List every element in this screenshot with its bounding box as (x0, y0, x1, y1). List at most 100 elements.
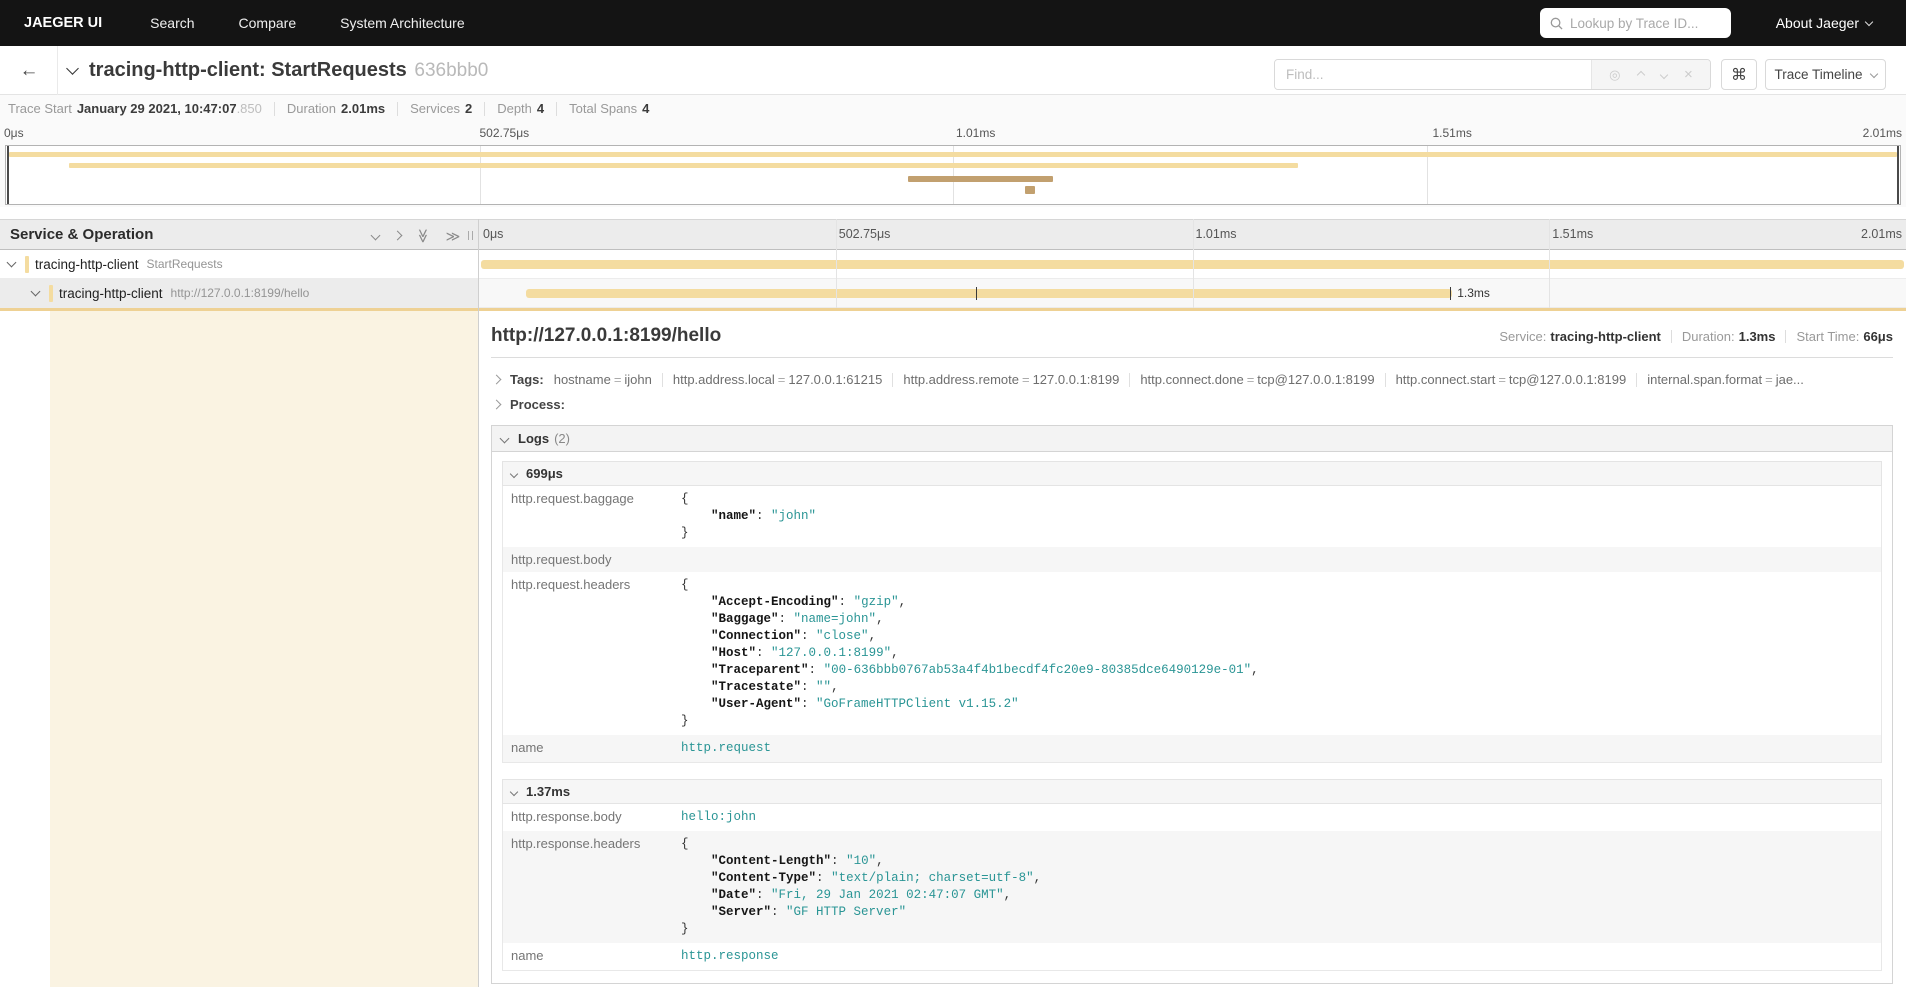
json-string: "" (816, 680, 831, 694)
tag-value: 127.0.0.1:8199 (1033, 372, 1120, 387)
json-line: } (681, 713, 1873, 730)
divider (484, 102, 485, 116)
json-line: "Baggage": "name=john", (681, 611, 1873, 628)
json-punct (681, 697, 711, 711)
json-key: "Content-Type" (711, 871, 816, 885)
name-column-divider[interactable] (478, 219, 479, 987)
tag-item[interactable]: hostname=ijohn (554, 372, 652, 387)
detail-meta-label: Duration: (1682, 329, 1735, 344)
tag-item[interactable]: http.connect.done=tcp@127.0.0.1:8199 (1140, 372, 1374, 387)
minimap-span-bar (69, 163, 1298, 168)
minimap-span-bar (1025, 186, 1035, 194)
collapse-trace-chevron-icon[interactable] (66, 62, 79, 75)
span-row[interactable]: tracing-http-clienthttp://127.0.0.1:8199… (0, 279, 1906, 308)
json-punct: : (809, 663, 824, 677)
log-entry-header[interactable]: 699μs (502, 461, 1882, 486)
json-punct: : (779, 612, 794, 626)
timeline-minimap[interactable] (5, 145, 1901, 205)
field-value (673, 547, 1881, 572)
tag-item[interactable]: http.address.remote=127.0.0.1:8199 (903, 372, 1119, 387)
expand-one-icon[interactable] (393, 231, 403, 241)
service-name: tracing-http-client (35, 257, 139, 272)
json-punct: : (839, 595, 854, 609)
trace-lookup-box[interactable] (1540, 8, 1731, 38)
json-punct (681, 612, 711, 626)
chevron-down-icon[interactable] (31, 287, 41, 297)
json-line: "Content-Type": "text/plain; charset=utf… (681, 870, 1873, 887)
summary-label: Services (410, 101, 460, 116)
span-detail-meta: Service:tracing-http-clientDuration:1.3m… (1499, 329, 1893, 344)
json-punct: : (771, 905, 786, 919)
service-name: tracing-http-client (59, 286, 163, 301)
logs-body: 699μshttp.request.baggage{ "name": "john… (492, 452, 1892, 983)
tag-equals: = (1495, 372, 1509, 387)
detail-meta-value: 66μs (1863, 329, 1893, 344)
minimap-right-scrubber[interactable] (1897, 146, 1899, 204)
find-input[interactable] (1275, 60, 1591, 89)
summary-label: Duration (287, 101, 336, 116)
timeline-tick-label: 502.75μs (839, 227, 891, 241)
collapse-one-icon[interactable] (371, 231, 381, 241)
timeline-tick-label: 1.51ms (1552, 227, 1593, 241)
divider (1636, 373, 1637, 387)
field-value: { "Accept-Encoding": "gzip", "Baggage": … (673, 572, 1881, 735)
jaeger-trace-page: JAEGER UI Search Compare System Architectu… (0, 0, 1906, 987)
span-detail-row: http://127.0.0.1:8199/hello Service:trac… (0, 311, 1906, 987)
trace-lookup-input[interactable] (1570, 16, 1721, 31)
field-key: http.response.body (503, 804, 673, 831)
view-selector-button[interactable]: Trace Timeline (1765, 59, 1886, 90)
minimap-tick-label: 0μs (4, 126, 24, 140)
json-punct (681, 854, 711, 868)
collapse-all-icon[interactable]: ≫ (416, 228, 430, 243)
field-value-text: http.request (681, 741, 771, 755)
span-row[interactable]: tracing-http-clientStartRequests (0, 250, 1906, 279)
json-punct (681, 646, 711, 660)
tag-item[interactable]: internal.span.format=jae... (1647, 372, 1804, 387)
divider (397, 102, 398, 116)
tag-list: hostname=ijohn http.address.local=127.0.0… (554, 372, 1804, 387)
nav-item-system-architecture[interactable]: System Architecture (340, 15, 465, 31)
detail-meta-value: tracing-http-client (1550, 329, 1661, 344)
trace-id-short: 636bbb0 (414, 60, 488, 81)
json-string: "john" (771, 509, 816, 523)
json-punct: , (876, 612, 884, 626)
log-timestamp: 1.37ms (526, 784, 570, 799)
span-bar[interactable] (526, 289, 1452, 298)
json-line: "User-Agent": "GoFrameHTTPClient v1.15.2… (681, 696, 1873, 713)
expand-all-icon[interactable]: ≫ (446, 229, 461, 243)
span-row-name-cell[interactable]: tracing-http-clientStartRequests (0, 250, 478, 279)
app-brand[interactable]: JAEGER UI (24, 15, 102, 31)
field-value-text: hello:john (681, 810, 756, 824)
log-entry: 1.37mshttp.response.bodyhello:johnhttp.r… (502, 779, 1882, 971)
prev-match-icon[interactable] (1636, 70, 1644, 78)
tags-accordian[interactable]: Tags: hostname=ijohnhttp.address.local=1… (491, 367, 1893, 392)
span-row-name-cell[interactable]: tracing-http-clienthttp://127.0.0.1:8199… (0, 279, 478, 308)
tag-equals: = (1019, 372, 1033, 387)
about-jaeger-label: About Jaeger (1776, 15, 1859, 31)
key-value-table: http.request.baggage{ "name": "john"}htt… (502, 486, 1882, 763)
timeline-header-row: Service & Operation ≫ ≫ 0μs502.75μs1.01m… (0, 219, 1906, 250)
minimap-left-scrubber[interactable] (7, 146, 9, 204)
tag-item[interactable]: http.address.local=127.0.0.1:61215 (673, 372, 882, 387)
log-marker (976, 287, 977, 300)
json-string: "gzip" (854, 595, 899, 609)
about-jaeger-menu[interactable]: About Jaeger (1776, 0, 1872, 46)
json-key: "Tracestate" (711, 680, 801, 694)
tag-item[interactable]: http.connect.start=tcp@127.0.0.1:8199 (1396, 372, 1627, 387)
nav-item-search[interactable]: Search (150, 15, 194, 31)
next-match-icon[interactable] (1660, 70, 1668, 78)
chevron-down-icon (510, 469, 518, 477)
back-button[interactable]: ← (14, 56, 44, 86)
chevron-down-icon (1869, 69, 1877, 77)
nav-item-compare[interactable]: Compare (239, 15, 297, 31)
column-resize-handle[interactable] (468, 231, 473, 240)
log-entry-header[interactable]: 1.37ms (502, 779, 1882, 804)
focus-match-icon[interactable]: ◎ (1609, 67, 1620, 83)
process-accordian[interactable]: Process: (491, 392, 1893, 417)
span-duration-label: 1.3ms (1457, 286, 1490, 300)
chevron-down-icon[interactable] (7, 258, 17, 268)
field-key: http.request.baggage (503, 486, 673, 547)
logs-accordian-header[interactable]: Logs (2) (492, 426, 1892, 452)
keyboard-shortcuts-button[interactable]: ⌘ (1721, 59, 1757, 90)
clear-find-icon[interactable]: × (1684, 66, 1693, 83)
